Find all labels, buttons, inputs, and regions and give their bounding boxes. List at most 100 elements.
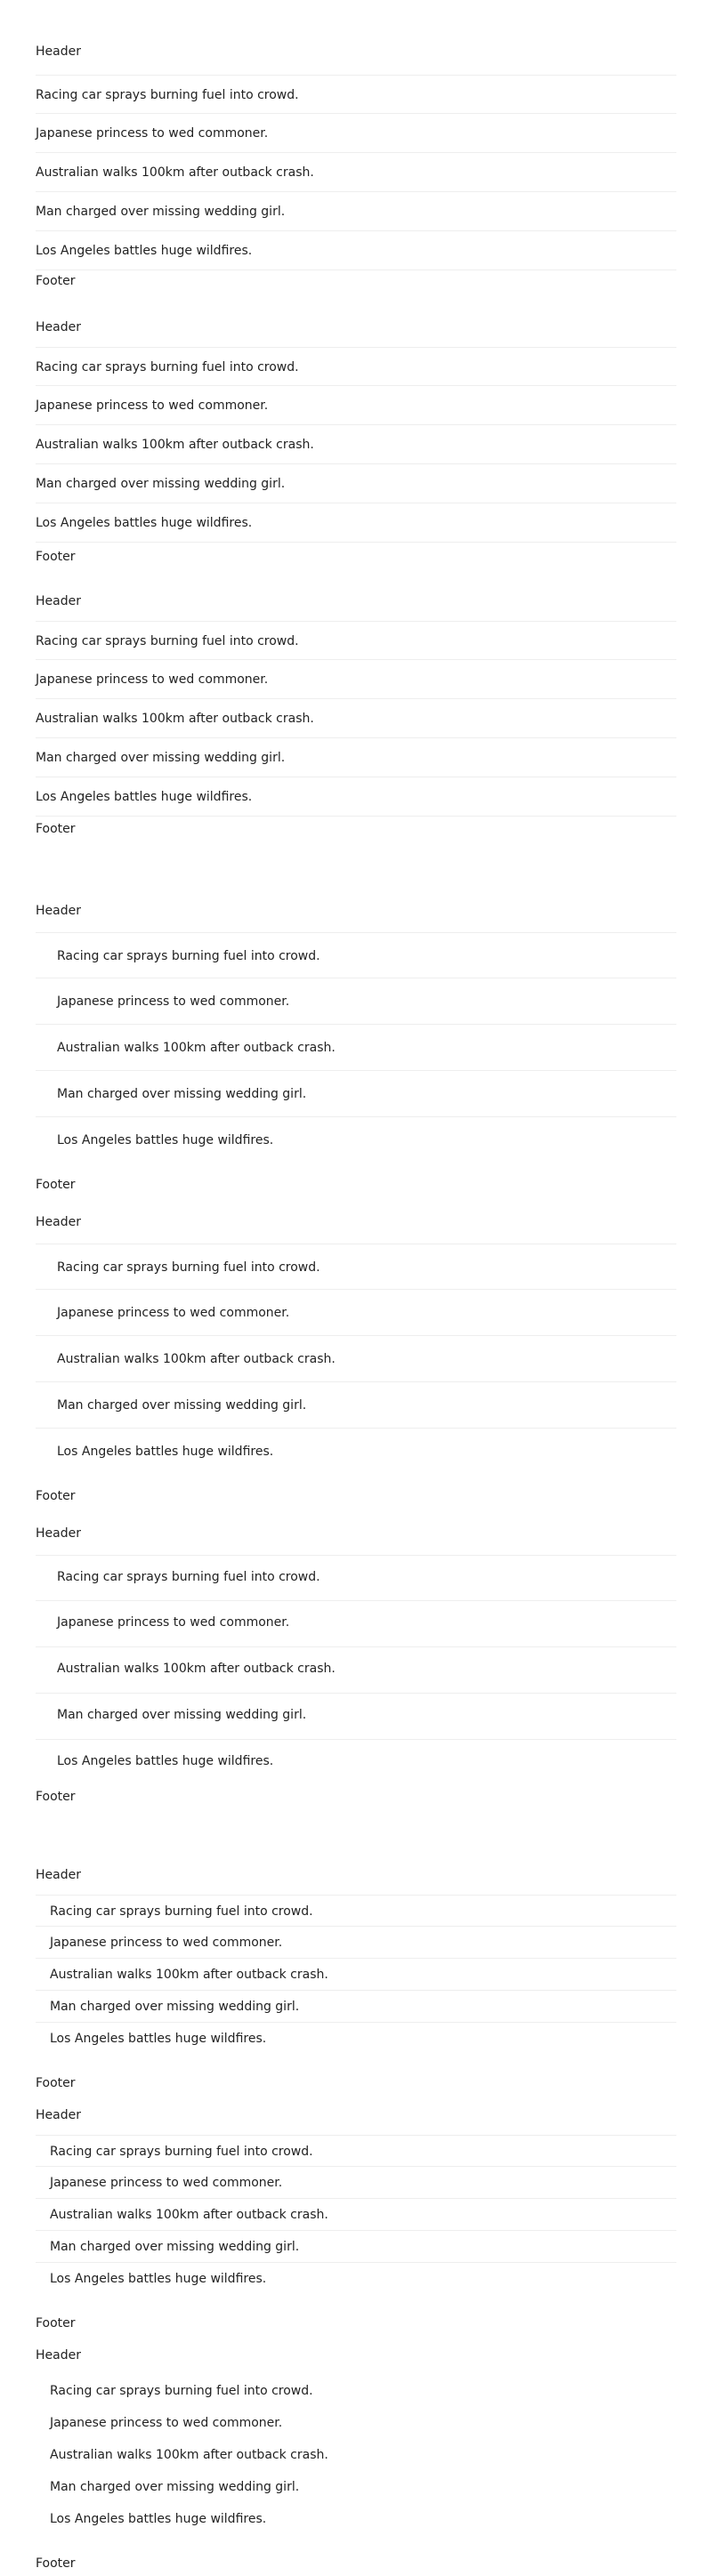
list-item[interactable]: Man charged over missing wedding girl. [36,738,676,777]
list-item-label: Australian walks 100km after outback cra… [50,2208,328,2222]
list-header: Header [36,1215,81,1229]
list-item[interactable]: Racing car sprays burning fuel into crow… [36,75,676,114]
list-item[interactable]: Racing car sprays burning fuel into crow… [36,2135,676,2167]
list-item[interactable]: Man charged over missing wedding girl. [36,464,676,503]
list-item-label: Los Angeles battles huge wildfires. [36,516,253,530]
list-item-label: Los Angeles battles huge wildfires. [57,1133,274,1147]
list-item[interactable]: Los Angeles battles huge wildfires. [36,503,676,543]
list-item[interactable]: Australian walks 100km after outback cra… [36,425,676,464]
list-header: Header [36,594,81,608]
list-item[interactable]: Australian walks 100km after outback cra… [36,153,676,192]
list-item[interactable]: Man charged over missing wedding girl. [36,192,676,231]
list-item-label: Racing car sprays burning fuel into crow… [36,360,299,374]
list-item-label: Australian walks 100km after outback cra… [57,1662,336,1676]
list-item[interactable]: Man charged over missing wedding girl. [36,1382,676,1429]
list-footer: Footer [36,550,76,564]
list-item[interactable]: Los Angeles battles huge wildfires. [36,2023,676,2055]
list-item-label: Japanese princess to wed commoner. [50,2416,283,2430]
list-item-label: Los Angeles battles huge wildfires. [57,1754,274,1768]
list-footer: Footer [36,822,76,836]
list-item-label: Man charged over missing wedding girl. [36,751,286,765]
list-item[interactable]: Japanese princess to wed commoner. [36,386,676,425]
list-footer: Footer [36,1489,76,1503]
list-item-label: Man charged over missing wedding girl. [50,2240,300,2254]
list-item[interactable]: Man charged over missing wedding girl. [36,1071,676,1117]
list-header: Header [36,2348,81,2363]
list-item-label: Japanese princess to wed commoner. [57,1306,290,1320]
list-item-label: Los Angeles battles huge wildfires. [36,244,253,258]
list-item[interactable]: Japanese princess to wed commoner. [36,1601,676,1647]
list-item-label: Man charged over missing wedding girl. [36,477,286,491]
list-item[interactable]: Japanese princess to wed commoner. [36,114,676,153]
list-item[interactable]: Australian walks 100km after outback cra… [36,1336,676,1382]
list-footer: Footer [36,2076,76,2090]
list-header: Header [36,44,81,59]
list-item-label: Racing car sprays burning fuel into crow… [50,2384,313,2398]
list-item-label: Racing car sprays burning fuel into crow… [36,634,299,648]
list-item[interactable]: Racing car sprays burning fuel into crow… [36,1244,676,1290]
list-item[interactable]: Man charged over missing wedding girl. [36,1694,676,1740]
list-item-label: Racing car sprays burning fuel into crow… [57,949,320,963]
list-footer: Footer [36,1790,76,1804]
list-item-label: Man charged over missing wedding girl. [36,205,286,219]
list-item[interactable]: Australian walks 100km after outback cra… [36,699,676,738]
list-item[interactable]: Japanese princess to wed commoner. [36,1927,676,1959]
page: Header Racing car sprays burning fuel int… [0,0,712,2576]
list-item[interactable]: Man charged over missing wedding girl. [36,2231,676,2263]
list-item-label: Man charged over missing wedding girl. [57,1398,307,1413]
list-item-label: Australian walks 100km after outback cra… [57,1041,336,1055]
list-item[interactable]: Australian walks 100km after outback cra… [36,1647,676,1694]
list-item-label: Japanese princess to wed commoner. [36,398,269,413]
list-item-label: Australian walks 100km after outback cra… [50,1968,328,1982]
list-item-label: Racing car sprays burning fuel into crow… [50,1904,313,1919]
list-item-label: Man charged over missing wedding girl. [57,1087,307,1101]
list-item-label: Japanese princess to wed commoner. [50,2176,283,2190]
list-item[interactable]: Man charged over missing wedding girl. [36,2471,676,2503]
list-item-label: Australian walks 100km after outback cra… [36,712,314,726]
list-item[interactable]: Australian walks 100km after outback cra… [36,2439,676,2471]
list-item-label: Los Angeles battles huge wildfires. [50,2512,267,2526]
list-item-label: Japanese princess to wed commoner. [57,994,290,1009]
list-item[interactable]: Australian walks 100km after outback cra… [36,1959,676,1991]
list-item[interactable]: Man charged over missing wedding girl. [36,1991,676,2023]
list-item[interactable]: Los Angeles battles huge wildfires. [36,1429,676,1475]
list-item[interactable]: Los Angeles battles huge wildfires. [36,777,676,817]
list-item[interactable]: Racing car sprays burning fuel into crow… [36,932,676,978]
list-item-label: Japanese princess to wed commoner. [36,672,269,687]
list-item[interactable]: Racing car sprays burning fuel into crow… [36,2375,676,2407]
list-item[interactable]: Los Angeles battles huge wildfires. [36,1740,676,1786]
list-item[interactable]: Japanese princess to wed commoner. [36,660,676,699]
list-item[interactable]: Japanese princess to wed commoner. [36,2407,676,2439]
list-item[interactable]: Racing car sprays burning fuel into crow… [36,347,676,386]
list-item-label: Australian walks 100km after outback cra… [50,2448,328,2462]
list-item-label: Los Angeles battles huge wildfires. [36,790,253,804]
list-item-label: Man charged over missing wedding girl. [50,2000,300,2014]
list-item[interactable]: Japanese princess to wed commoner. [36,978,676,1025]
list-item[interactable]: Japanese princess to wed commoner. [36,1290,676,1336]
list-item[interactable]: Los Angeles battles huge wildfires. [36,2503,676,2535]
list-item[interactable]: Los Angeles battles huge wildfires. [36,231,676,270]
list-item[interactable]: Los Angeles battles huge wildfires. [36,1117,676,1163]
list-item-label: Australian walks 100km after outback cra… [36,438,314,452]
list-footer: Footer [36,2556,76,2571]
list-header: Header [36,1526,81,1541]
list-item-label: Man charged over missing wedding girl. [57,1708,307,1722]
list-footer: Footer [36,2316,76,2330]
list-item-label: Japanese princess to wed commoner. [36,126,269,141]
list-header: Header [36,904,81,918]
list-item-label: Japanese princess to wed commoner. [50,1936,283,1950]
list-item[interactable]: Japanese princess to wed commoner. [36,2167,676,2199]
list-item[interactable]: Australian walks 100km after outback cra… [36,1025,676,1071]
list-item[interactable]: Racing car sprays burning fuel into crow… [36,621,676,660]
list-item-label: Los Angeles battles huge wildfires. [57,1445,274,1459]
list-header: Header [36,320,81,334]
list-item-label: Los Angeles battles huge wildfires. [50,2032,267,2046]
list-item-label: Australian walks 100km after outback cra… [36,165,314,180]
list-item[interactable]: Racing car sprays burning fuel into crow… [36,1555,676,1601]
list-item[interactable]: Australian walks 100km after outback cra… [36,2199,676,2231]
list-item[interactable]: Los Angeles battles huge wildfires. [36,2263,676,2295]
list-item-label: Racing car sprays burning fuel into crow… [57,1570,320,1584]
list-item[interactable]: Racing car sprays burning fuel into crow… [36,1895,676,1927]
list-item-label: Man charged over missing wedding girl. [50,2480,300,2494]
list-item-label: Racing car sprays burning fuel into crow… [36,88,299,102]
